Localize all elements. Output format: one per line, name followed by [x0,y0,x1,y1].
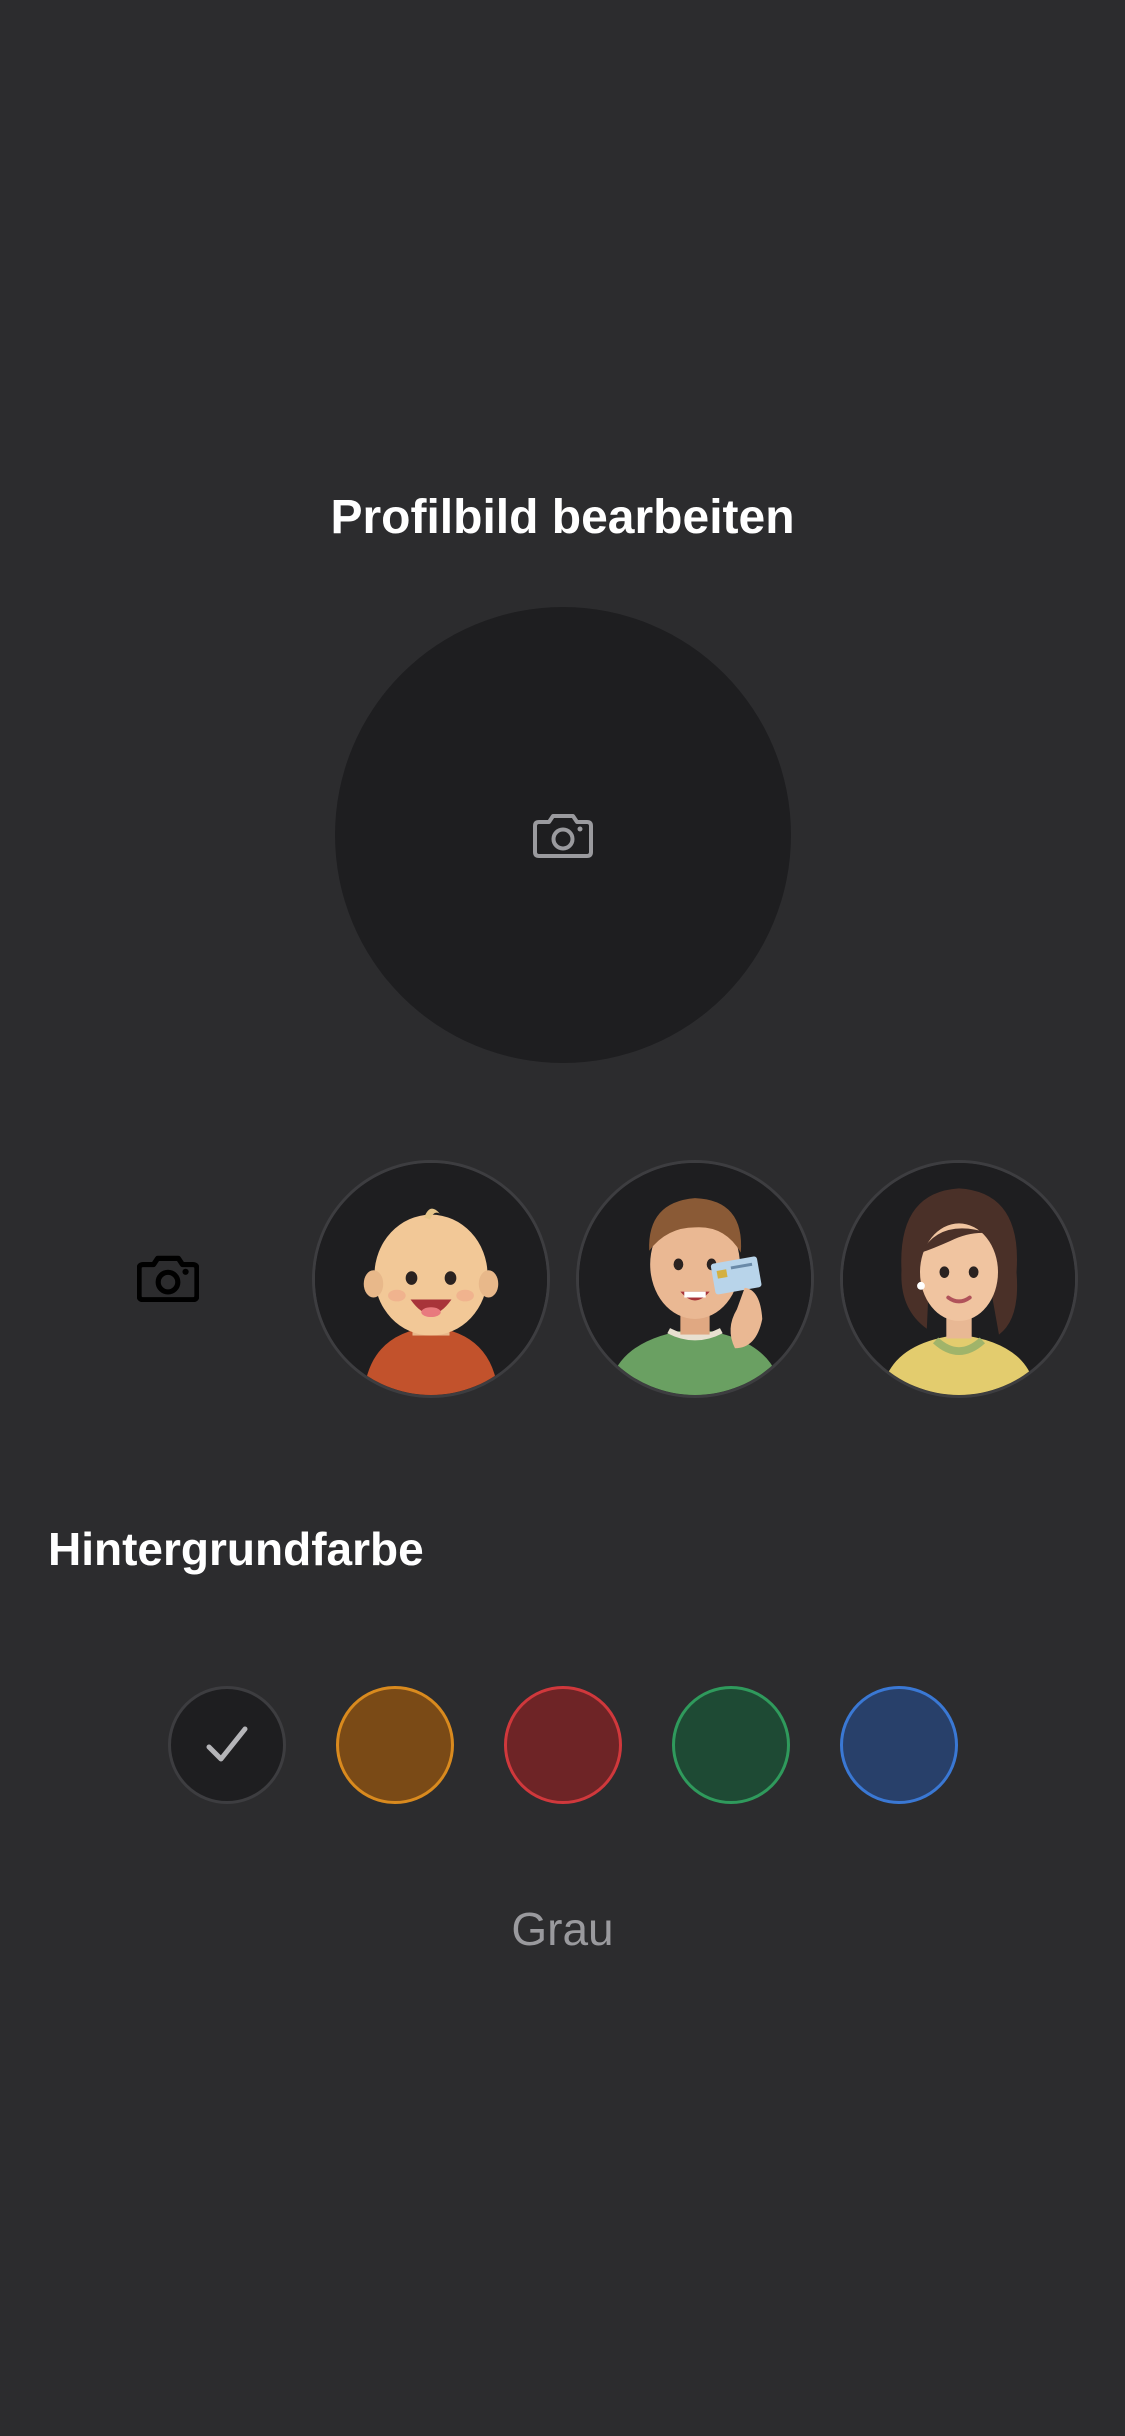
avatar-woman[interactable] [840,1160,1078,1398]
selected-color-label: Grau [511,1903,614,1955]
upload-photo-button[interactable] [128,1250,208,1310]
color-swatch-red[interactable] [504,1686,622,1804]
color-swatch-blue[interactable] [840,1686,958,1804]
color-swatch-gray[interactable] [168,1686,286,1804]
profile-picture-preview[interactable] [335,607,791,1063]
avatar-baby[interactable] [312,1160,550,1398]
color-swatch-orange[interactable] [336,1686,454,1804]
avatar-man-with-id-card[interactable] [576,1160,814,1398]
camera-icon [136,1254,200,1307]
color-swatch-green[interactable] [672,1686,790,1804]
background-color-section-title: Hintergrundfarbe [48,1523,424,1575]
check-icon [203,1725,251,1765]
camera-icon [533,812,593,858]
page-title: Profilbild bearbeiten [330,491,795,544]
